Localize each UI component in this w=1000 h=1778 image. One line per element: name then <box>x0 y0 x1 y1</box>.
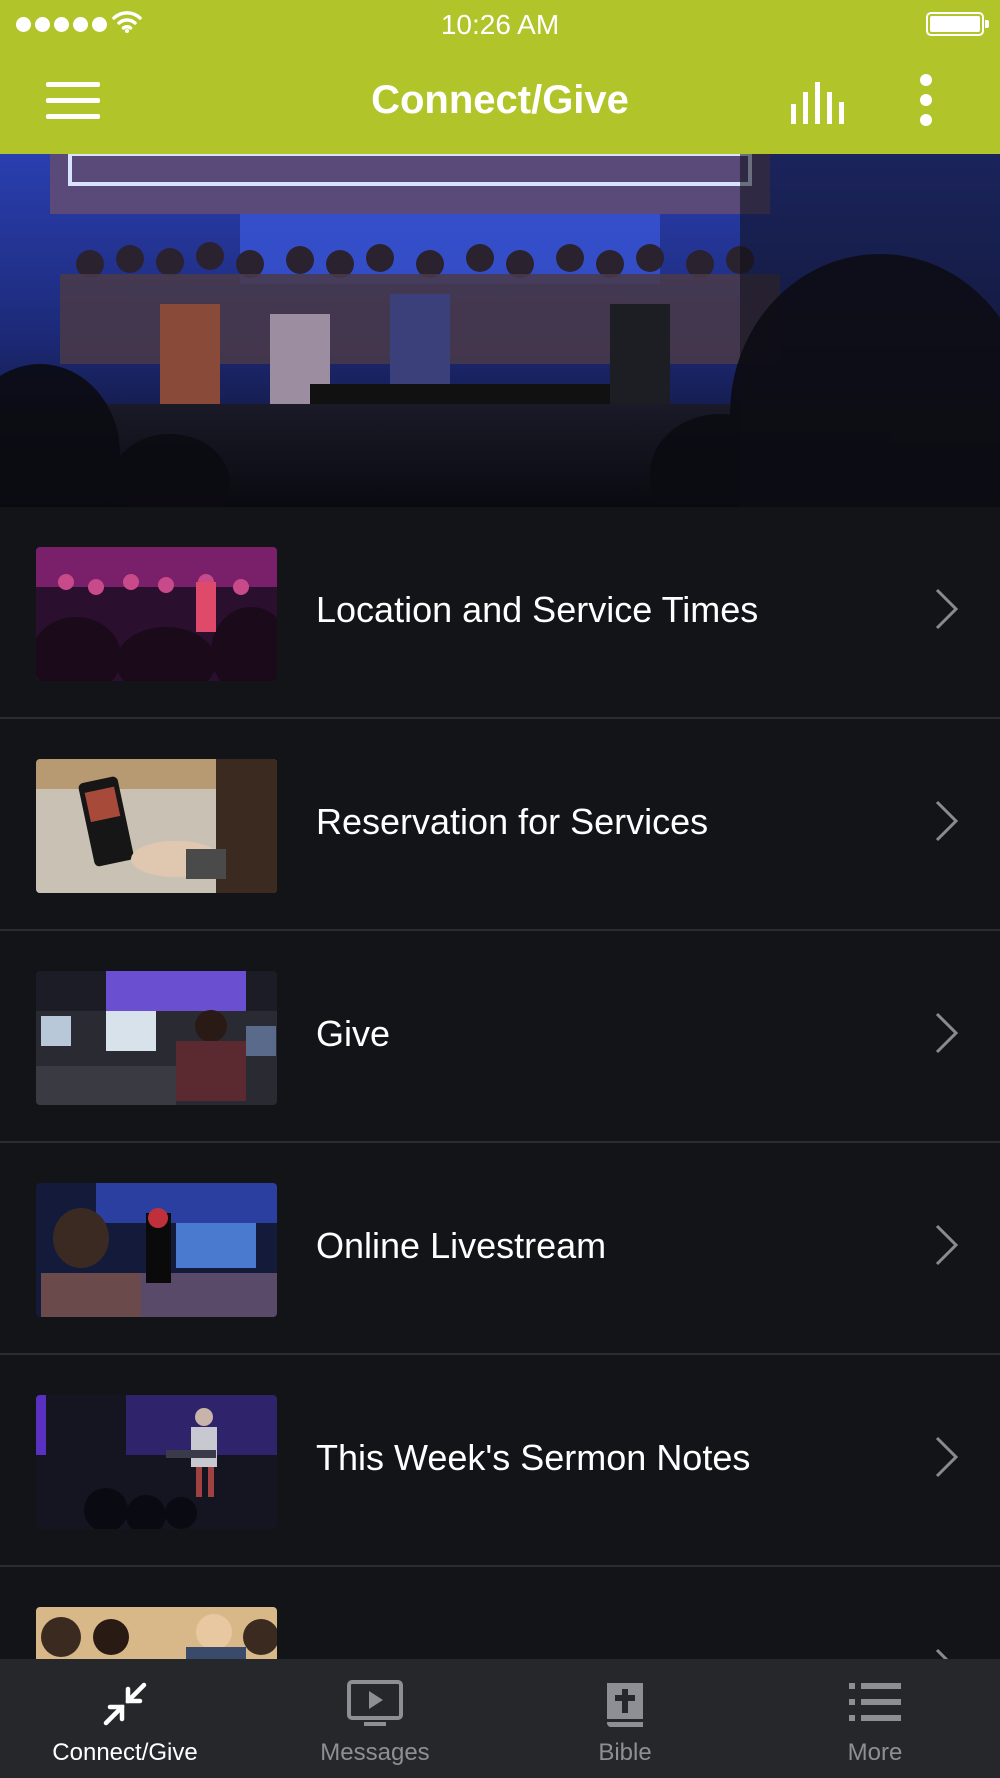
list-item-label: Online Livestream <box>316 1225 607 1266</box>
reservation-thumbnail-image <box>36 759 277 893</box>
tab-label: Bible <box>598 1739 652 1766</box>
bible-icon <box>607 1683 643 1727</box>
tab-messages[interactable]: Messages <box>250 1659 500 1778</box>
tab-more[interactable]: More <box>750 1659 1000 1778</box>
chevron-right-icon <box>935 800 959 842</box>
list-item-label: Reservation for Services <box>316 801 709 842</box>
status-bar: 10:26 AM <box>0 0 1000 50</box>
sermon-notes-thumbnail-image <box>36 1395 277 1529</box>
list-item-label: Give <box>316 1013 391 1054</box>
bottom-tab-bar: Connect/Give Messages Bible More <box>0 1659 1000 1778</box>
page-title: Connect/Give <box>371 78 629 122</box>
chevron-right-icon <box>935 1012 959 1054</box>
give-thumbnail-image <box>36 971 277 1105</box>
tab-bible[interactable]: Bible <box>500 1659 750 1778</box>
list-icon <box>849 1683 901 1721</box>
list-item-label: This Week's Sermon Notes <box>316 1437 751 1478</box>
more-options-icon[interactable] <box>914 74 938 130</box>
list-item-partial[interactable] <box>0 1567 1000 1659</box>
list-item-reservation[interactable]: Reservation for Services <box>0 719 1000 931</box>
menu-list: Location and Service Times Reservation f… <box>0 507 1000 1659</box>
list-item-sermon-notes[interactable]: This Week's Sermon Notes <box>0 1355 1000 1567</box>
hero-image <box>0 154 1000 507</box>
chevron-right-icon <box>935 1224 959 1266</box>
battery-icon <box>926 12 989 36</box>
chevron-right-icon <box>935 1436 959 1478</box>
audio-bars-icon[interactable] <box>788 78 848 128</box>
chevron-right-icon <box>935 588 959 630</box>
location-thumbnail-image <box>36 547 277 681</box>
list-item-label: Location and Service Times <box>316 589 759 630</box>
tab-label: Messages <box>320 1739 430 1766</box>
play-screen-icon <box>347 1680 403 1726</box>
list-item-give[interactable]: Give <box>0 931 1000 1143</box>
tab-label: More <box>847 1739 903 1766</box>
app-bar: Connect/Give <box>0 50 1000 154</box>
chevron-right-icon <box>935 1648 949 1659</box>
livestream-thumbnail-image <box>36 1183 277 1317</box>
arrows-in-icon <box>103 1682 147 1726</box>
tab-label: Connect/Give <box>52 1739 198 1766</box>
hamburger-menu-icon[interactable] <box>46 82 102 122</box>
partial-thumbnail-image <box>36 1607 277 1659</box>
status-time: 10:26 AM <box>440 9 560 40</box>
tab-connect-give[interactable]: Connect/Give <box>0 1659 250 1778</box>
list-item-location-service-times[interactable]: Location and Service Times <box>0 507 1000 719</box>
list-item-online-livestream[interactable]: Online Livestream <box>0 1143 1000 1355</box>
